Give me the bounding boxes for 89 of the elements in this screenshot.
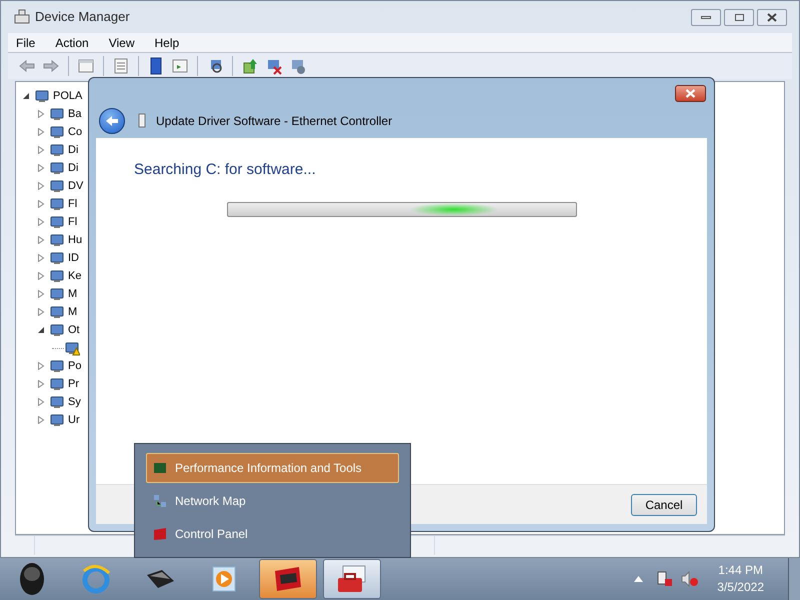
device-icon	[49, 286, 65, 302]
device-icon	[49, 106, 65, 122]
tree-item-label[interactable]: Po	[68, 358, 82, 374]
expand-arrow-icon[interactable]	[37, 128, 45, 136]
expand-arrow-icon[interactable]	[37, 398, 45, 406]
browser-icon	[80, 563, 112, 595]
jump-list-item[interactable]: Control Panel	[146, 519, 399, 549]
expand-arrow-icon[interactable]	[37, 236, 45, 244]
collapse-arrow-icon[interactable]	[22, 92, 30, 100]
network-error-icon	[657, 571, 674, 587]
device-icon	[49, 394, 65, 410]
minimize-button[interactable]	[691, 8, 721, 26]
window-title: Device Manager	[35, 8, 130, 26]
expand-arrow-icon[interactable]	[37, 380, 45, 388]
menu-item[interactable]: Action	[47, 34, 97, 52]
device-icon	[49, 268, 65, 284]
tree-item-label[interactable]: Fl	[68, 196, 78, 212]
back-button[interactable]	[99, 108, 125, 134]
expand-arrow-icon[interactable]	[37, 164, 45, 172]
menu-item[interactable]: Help	[146, 34, 188, 52]
tree-item-label[interactable]: Pr	[68, 376, 79, 392]
tree-item-label[interactable]: Ba	[68, 106, 82, 122]
device-icon	[49, 412, 65, 428]
close-button[interactable]	[757, 8, 787, 26]
expand-arrow-icon[interactable]	[37, 110, 45, 118]
device-icon	[49, 322, 65, 338]
tree-item-label[interactable]: Hu	[68, 232, 82, 248]
tree-item-label[interactable]: Sy	[68, 394, 81, 410]
device-icon	[49, 160, 65, 176]
device-icon	[49, 376, 65, 392]
volume-muted-icon	[681, 571, 700, 587]
expand-arrow-icon[interactable]	[37, 146, 45, 154]
chart-icon	[153, 461, 167, 475]
device-icon	[49, 232, 65, 248]
tree-item-label[interactable]: DV	[68, 178, 84, 194]
device-icon	[49, 196, 65, 212]
tree-item-label[interactable]: ID	[68, 250, 79, 266]
tree-item-label[interactable]: M	[68, 304, 78, 320]
show-desktop-button[interactable]	[788, 558, 800, 600]
play-icon	[210, 565, 238, 593]
network-adapter-icon	[137, 113, 147, 129]
expand-arrow-icon[interactable]	[37, 308, 45, 316]
tree-item-label[interactable]: Ke	[68, 268, 82, 284]
cancel-button[interactable]: Cancel	[631, 494, 697, 516]
maximize-button[interactable]	[724, 8, 754, 26]
device-icon	[34, 88, 50, 104]
tree-item-label[interactable]: Ur	[68, 412, 80, 428]
device-icon	[64, 340, 80, 356]
taskbar-button[interactable]	[323, 559, 381, 599]
expand-arrow-icon[interactable]	[37, 200, 45, 208]
jump-list-item[interactable]: Network Map	[146, 486, 399, 516]
device-icon	[49, 214, 65, 230]
drive-icon	[144, 567, 176, 591]
expand-arrow-icon[interactable]	[37, 416, 45, 424]
dialog-title: Update Driver Software - Ethernet Controller	[156, 113, 392, 130]
collapse-arrow-icon[interactable]	[37, 326, 45, 334]
close-icon	[767, 12, 777, 22]
network-icon	[153, 494, 167, 508]
device-icon	[49, 124, 65, 140]
expand-arrow-icon[interactable]	[37, 182, 45, 190]
device-icon	[49, 250, 65, 266]
taskbar-button[interactable]	[259, 559, 317, 599]
panel-icon	[272, 565, 304, 593]
menu-item[interactable]: File	[8, 34, 44, 52]
tree-item-label[interactable]: M	[68, 286, 78, 302]
expand-arrow-icon[interactable]	[37, 272, 45, 280]
tree-item-label[interactable]: Ot	[68, 322, 80, 338]
orb-icon	[17, 562, 47, 596]
device-icon	[49, 358, 65, 374]
tree-item-label[interactable]: Di	[68, 160, 78, 176]
expand-arrow-icon[interactable]	[37, 362, 45, 370]
dialog-heading: Searching C: for software...	[134, 160, 316, 180]
close-button[interactable]	[675, 85, 706, 102]
computer-icon	[13, 9, 31, 25]
tree-item-label[interactable]: Co	[68, 124, 82, 140]
device-icon	[49, 142, 65, 158]
device-icon	[49, 304, 65, 320]
tree-item-label[interactable]: Fl	[68, 214, 78, 230]
tree-item-label[interactable]: Di	[68, 142, 78, 158]
device-icon	[49, 178, 65, 194]
expand-arrow-icon[interactable]	[37, 290, 45, 298]
show-hidden-icons[interactable]	[634, 576, 644, 582]
expand-arrow-icon[interactable]	[37, 218, 45, 226]
menu-item[interactable]: View	[100, 34, 142, 52]
close-icon	[685, 89, 696, 98]
expand-arrow-icon[interactable]	[37, 254, 45, 262]
back-arrow-icon	[105, 115, 119, 127]
panel-icon	[153, 527, 167, 541]
tree-item-label[interactable]: POLA	[53, 88, 82, 104]
